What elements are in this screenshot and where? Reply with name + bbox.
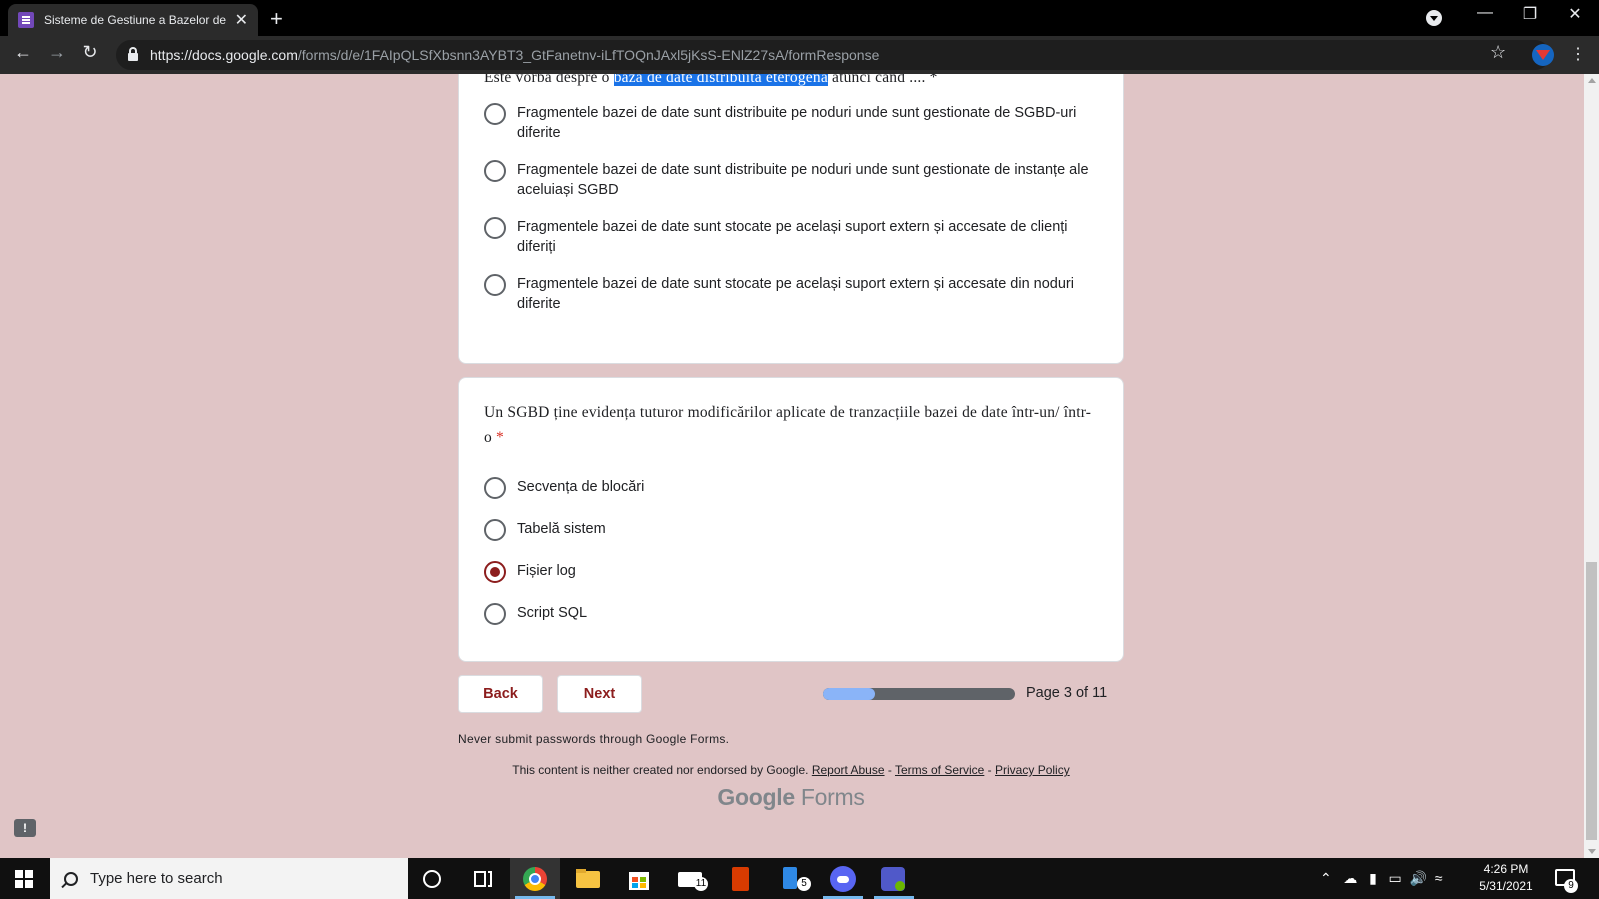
- radio-button[interactable]: [484, 603, 506, 625]
- radio-button[interactable]: [484, 160, 506, 182]
- scroll-down-arrow-icon[interactable]: [1588, 849, 1596, 854]
- bookmark-star-icon[interactable]: ☆: [1490, 42, 1506, 63]
- reload-icon[interactable]: ↻: [77, 42, 103, 63]
- option-label: Script SQL: [517, 605, 588, 621]
- office-icon[interactable]: [728, 866, 754, 892]
- back-button[interactable]: Back: [458, 675, 543, 713]
- notification-badge: 9: [1564, 879, 1578, 893]
- option-q2-2[interactable]: Tabelă sistem: [484, 519, 1092, 541]
- cortana-icon[interactable]: [420, 866, 446, 892]
- question-card-1: Este vorba despre o bază de date distrib…: [458, 74, 1124, 364]
- report-abuse-link[interactable]: Report Abuse: [812, 763, 885, 777]
- chevron-up-icon[interactable]: ⌃: [1320, 870, 1332, 886]
- option-q2-3[interactable]: Fișier log: [484, 561, 1092, 583]
- wifi-icon[interactable]: ≈: [1435, 870, 1443, 886]
- scroll-up-arrow-icon[interactable]: [1588, 78, 1596, 83]
- more-menu-icon[interactable]: ⋮: [1570, 44, 1586, 64]
- restore-icon[interactable]: ❐: [1510, 4, 1550, 24]
- discord-icon[interactable]: [830, 866, 856, 892]
- option-q1-1[interactable]: Fragmentele bazei de date sunt distribui…: [484, 103, 1092, 143]
- lock-icon: [128, 47, 138, 61]
- progress-bar: [823, 688, 1015, 700]
- option-q1-3[interactable]: Fragmentele bazei de date sunt stocate p…: [484, 217, 1092, 257]
- option-label: Fișier log: [517, 563, 576, 579]
- scrollbar[interactable]: [1584, 74, 1599, 858]
- volume-icon[interactable]: 🔊: [1409, 870, 1426, 886]
- taskbar-search-input[interactable]: Type here to search: [50, 858, 408, 899]
- taskbar-clock[interactable]: 4:26 PM 5/31/2021: [1475, 861, 1537, 895]
- address-bar[interactable]: https://docs.google.com/forms/d/e/1FAIpQ…: [116, 40, 1550, 70]
- radio-button[interactable]: [484, 274, 506, 296]
- mail-badge: 11: [694, 877, 708, 891]
- option-label: Secvența de blocări: [517, 479, 645, 495]
- back-arrow-icon[interactable]: ←: [10, 42, 36, 63]
- browser-tab[interactable]: Sisteme de Gestiune a Bazelor de ✕: [8, 4, 258, 36]
- close-icon[interactable]: ✕: [235, 10, 248, 30]
- task-view-icon[interactable]: [470, 866, 496, 892]
- radio-button[interactable]: [484, 103, 506, 125]
- option-label: Fragmentele bazei de date sunt stocate p…: [517, 276, 1074, 312]
- option-label: Fragmentele bazei de date sunt distribui…: [517, 162, 1089, 198]
- store-icon[interactable]: [626, 866, 652, 892]
- required-marker: *: [496, 429, 504, 446]
- progress-fill: [823, 688, 875, 700]
- microphone-icon[interactable]: ▮: [1369, 870, 1377, 886]
- option-q1-2[interactable]: Fragmentele bazei de date sunt distribui…: [484, 160, 1092, 200]
- teams-icon[interactable]: [881, 866, 907, 892]
- url-text: https://docs.google.com/forms/d/e/1FAIpQ…: [150, 47, 880, 63]
- next-button[interactable]: Next: [557, 675, 642, 713]
- question-1-title: Este vorba despre o bază de date distrib…: [484, 74, 1104, 90]
- windows-start-icon[interactable]: [15, 870, 33, 888]
- google-forms-logo[interactable]: Google Forms: [0, 784, 1582, 811]
- window-close-icon[interactable]: ✕: [1555, 4, 1595, 24]
- page-indicator: Page 3 of 11: [1026, 685, 1108, 701]
- scrollbar-thumb[interactable]: [1586, 562, 1597, 840]
- question-2-title: Un SGBD ține evidența tuturor modificări…: [484, 404, 1092, 446]
- option-label: Fragmentele bazei de date sunt stocate p…: [517, 219, 1068, 255]
- option-label: Tabelă sistem: [517, 521, 606, 537]
- radio-button[interactable]: [484, 217, 506, 239]
- tab-title: Sisteme de Gestiune a Bazelor de: [44, 13, 227, 27]
- files-badge: 5: [797, 877, 811, 891]
- radio-button[interactable]: [484, 477, 506, 499]
- windows-taskbar: Type here to search 11 5 ⌃ ☁ ▮ ▭ 🔊 ≈ 4:2…: [0, 858, 1599, 899]
- radio-button[interactable]: [484, 519, 506, 541]
- forward-arrow-icon[interactable]: →: [44, 42, 70, 63]
- file-explorer-icon[interactable]: [575, 866, 601, 892]
- option-label: Fragmentele bazei de date sunt distribui…: [517, 105, 1077, 141]
- google-forms-favicon-icon: [18, 12, 34, 28]
- browser-tab-bar: Sisteme de Gestiune a Bazelor de ✕ + — ❐…: [0, 0, 1599, 36]
- search-icon: [64, 871, 78, 886]
- battery-icon[interactable]: ▭: [1388, 870, 1401, 886]
- terms-link[interactable]: Terms of Service: [895, 763, 984, 777]
- chrome-icon[interactable]: [522, 866, 548, 892]
- password-warning: Never submit passwords through Google Fo…: [458, 732, 730, 746]
- radio-button-selected[interactable]: [484, 561, 506, 583]
- form-page: Este vorba despre o bază de date distrib…: [0, 74, 1584, 858]
- footer-disclaimer: This content is neither created nor endo…: [512, 763, 1070, 777]
- onedrive-icon[interactable]: ☁: [1343, 870, 1357, 886]
- new-tab-button[interactable]: +: [270, 6, 283, 32]
- profile-avatar[interactable]: [1532, 44, 1554, 66]
- minimize-icon[interactable]: —: [1465, 4, 1505, 22]
- system-tray[interactable]: ⌃ ☁ ▮ ▭ 🔊 ≈: [1320, 870, 1442, 887]
- clock-time: 4:26 PM: [1483, 862, 1529, 876]
- tab-search-icon[interactable]: [1426, 10, 1442, 26]
- browser-toolbar: ← → ↻ https://docs.google.com/forms/d/e/…: [0, 36, 1599, 74]
- question-card-2: Un SGBD ține evidența tuturor modificări…: [458, 377, 1124, 662]
- privacy-link[interactable]: Privacy Policy: [995, 763, 1070, 777]
- clock-date: 5/31/2021: [1479, 879, 1533, 893]
- option-q2-4[interactable]: Script SQL: [484, 603, 1092, 625]
- feedback-icon[interactable]: !: [14, 819, 36, 837]
- option-q2-1[interactable]: Secvența de blocări: [484, 477, 1092, 499]
- option-q1-4[interactable]: Fragmentele bazei de date sunt stocate p…: [484, 274, 1092, 314]
